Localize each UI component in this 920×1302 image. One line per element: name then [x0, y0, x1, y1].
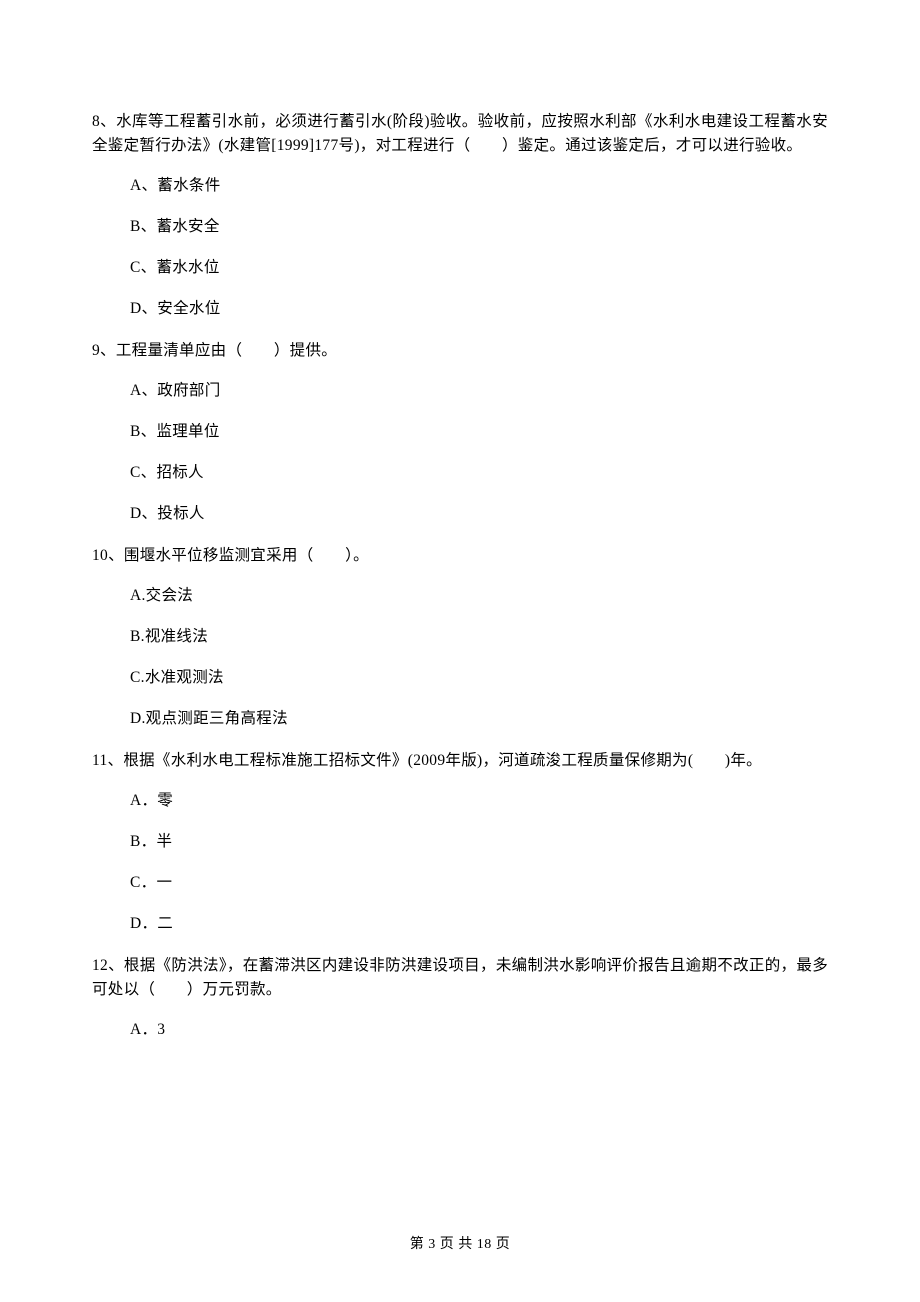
question-stem: 8、水库等工程蓄引水前，必须进行蓄引水(阶段)验收。验收前，应按照水利部《水利水… — [92, 110, 828, 158]
question-stem: 11、根据《水利水电工程标准施工招标文件》(2009年版)，河道疏浚工程质量保修… — [92, 749, 828, 773]
option-a: A．零 — [92, 789, 828, 813]
option-a: A、蓄水条件 — [92, 174, 828, 198]
question-stem: 12、根据《防洪法》，在蓄滞洪区内建设非防洪建设项目，未编制洪水影响评价报告且逾… — [92, 954, 828, 1002]
option-c: C、蓄水水位 — [92, 256, 828, 280]
option-a: A.交会法 — [92, 584, 828, 608]
option-d: D．二 — [92, 912, 828, 936]
document-page: 8、水库等工程蓄引水前，必须进行蓄引水(阶段)验收。验收前，应按照水利部《水利水… — [0, 0, 920, 1302]
option-c: C.水准观测法 — [92, 666, 828, 690]
question-options: A、蓄水条件 B、蓄水安全 C、蓄水水位 D、安全水位 — [92, 174, 828, 321]
option-b: B．半 — [92, 830, 828, 854]
question-options: A．3 — [92, 1018, 828, 1042]
option-d: D、投标人 — [92, 502, 828, 526]
question-stem: 10、围堰水平位移监测宜采用（ ）。 — [92, 544, 828, 568]
option-d: D.观点测距三角高程法 — [92, 707, 828, 731]
option-b: B.视准线法 — [92, 625, 828, 649]
option-c: C．一 — [92, 871, 828, 895]
option-b: B、蓄水安全 — [92, 215, 828, 239]
option-a: A．3 — [92, 1018, 828, 1042]
option-c: C、招标人 — [92, 461, 828, 485]
question-stem: 9、工程量清单应由（ ）提供。 — [92, 339, 828, 363]
option-b: B、监理单位 — [92, 420, 828, 444]
question-options: A．零 B．半 C．一 D．二 — [92, 789, 828, 936]
question-options: A、政府部门 B、监理单位 C、招标人 D、投标人 — [92, 379, 828, 526]
question-options: A.交会法 B.视准线法 C.水准观测法 D.观点测距三角高程法 — [92, 584, 828, 731]
page-footer: 第 3 页 共 18 页 — [0, 1234, 920, 1256]
option-a: A、政府部门 — [92, 379, 828, 403]
option-d: D、安全水位 — [92, 297, 828, 321]
